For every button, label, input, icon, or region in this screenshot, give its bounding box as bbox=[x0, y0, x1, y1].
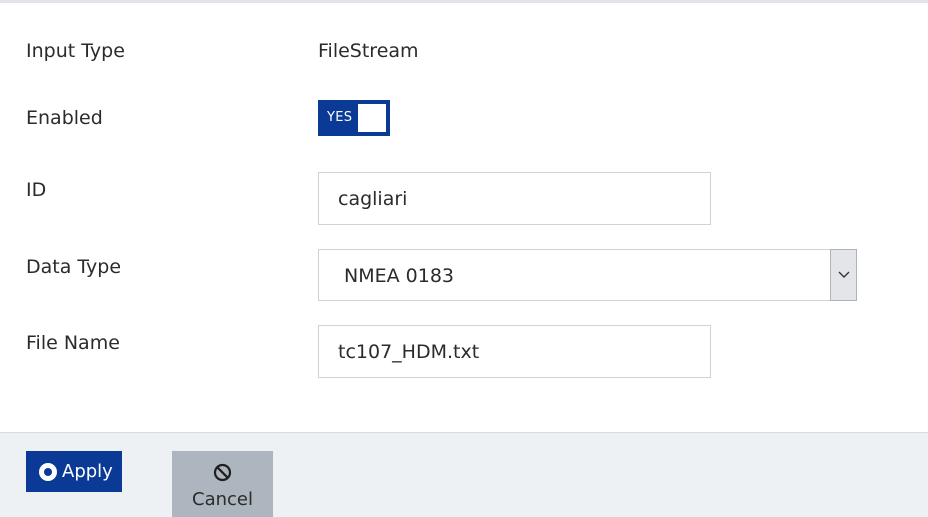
radio-dot-icon bbox=[39, 463, 57, 481]
apply-button[interactable]: Apply bbox=[26, 451, 122, 492]
cancel-button[interactable]: Cancel bbox=[172, 451, 273, 517]
id-label: ID bbox=[26, 179, 47, 201]
input-type-value: FileStream bbox=[318, 40, 419, 62]
chevron-down-icon bbox=[838, 271, 850, 278]
select-dropdown-button[interactable] bbox=[830, 249, 857, 301]
data-type-selected-value: NMEA 0183 bbox=[344, 265, 455, 287]
cancel-button-label: Cancel bbox=[192, 489, 253, 510]
ban-icon bbox=[213, 463, 232, 482]
input-type-label: Input Type bbox=[26, 40, 125, 62]
apply-button-label: Apply bbox=[62, 461, 113, 482]
id-input[interactable] bbox=[318, 172, 711, 225]
data-type-select[interactable]: NMEA 0183 bbox=[318, 249, 857, 301]
file-name-label: File Name bbox=[26, 332, 120, 354]
toggle-state-text: YES bbox=[327, 110, 353, 125]
file-name-input[interactable] bbox=[318, 325, 711, 378]
enabled-label: Enabled bbox=[26, 107, 103, 129]
data-type-label: Data Type bbox=[26, 256, 122, 278]
enabled-toggle[interactable]: YES bbox=[318, 100, 390, 136]
top-divider bbox=[0, 0, 928, 3]
input-settings-page: Input Type FileStream Enabled YES ID Dat… bbox=[0, 0, 928, 517]
toggle-knob bbox=[358, 104, 386, 132]
footer-bar bbox=[0, 432, 928, 517]
